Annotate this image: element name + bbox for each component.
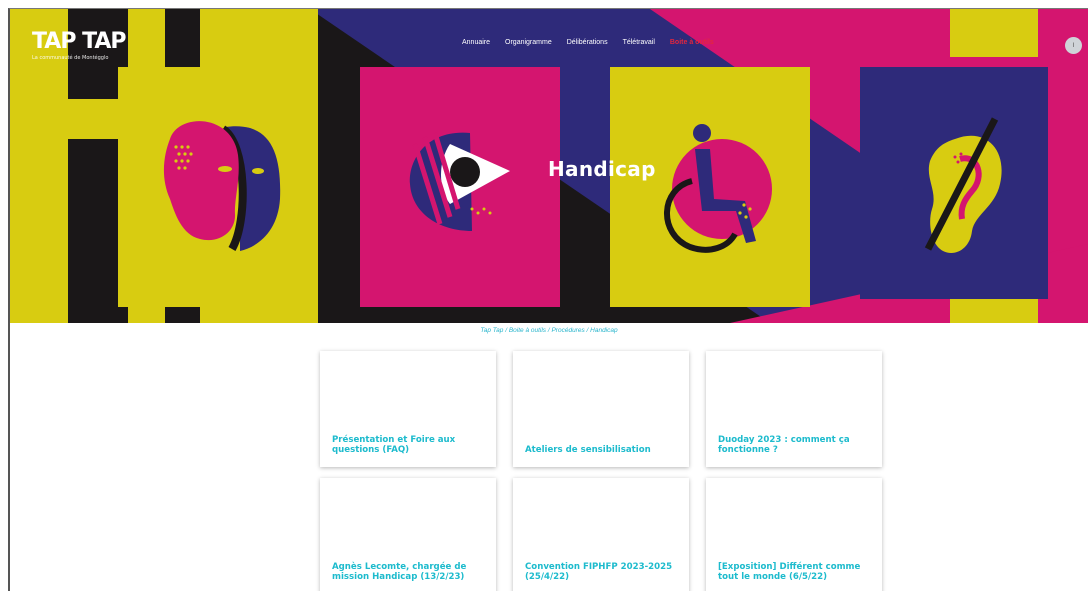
logo-tagline: La communauté de Montégglo: [32, 55, 109, 61]
card-title: [Exposition] Différent comme tout le mon…: [718, 562, 861, 582]
nav-item-organigramme[interactable]: Organigramme: [505, 39, 552, 46]
browser-frame: TAP TAP La communauté de Montégglo Annua…: [8, 8, 1088, 591]
card-title: Agnès Lecomte, chargée de mission Handic…: [332, 562, 467, 582]
breadcrumb-current: Handicap: [590, 327, 618, 334]
nav-item-annuaire[interactable]: Annuaire: [462, 39, 490, 46]
card-title: Convention FIPHFP 2023-2025 (25/4/22): [525, 562, 673, 582]
site-logo[interactable]: TAP TAP La communauté de Montégglo: [32, 29, 127, 62]
user-avatar-button[interactable]: I: [1065, 37, 1082, 54]
nav-item-boite-a-outils[interactable]: Boite à outils: [670, 39, 714, 46]
card-exposition[interactable]: [Exposition] Différent comme tout le mon…: [706, 478, 882, 591]
card-title: Duoday 2023 : comment ça fonctionne ?: [718, 435, 850, 455]
page-title: Handicap: [548, 157, 656, 181]
card-title: Présentation et Foire aux questions (FAQ…: [332, 435, 456, 455]
card-title: Ateliers de sensibilisation: [525, 444, 651, 455]
card-agnes-lecomte[interactable]: Agnès Lecomte, chargée de mission Handic…: [320, 478, 496, 591]
user-initial: I: [1072, 42, 1075, 49]
card-grid: Présentation et Foire aux questions (FAQ…: [320, 351, 882, 591]
breadcrumb-link-procedures[interactable]: Procédures: [551, 327, 584, 334]
card-convention-fiphfp[interactable]: Convention FIPHFP 2023-2025 (25/4/22): [513, 478, 689, 591]
breadcrumb-link-taptap[interactable]: Tap Tap: [480, 327, 503, 334]
hero-banner: TAP TAP La communauté de Montégglo Annua…: [10, 9, 1088, 323]
card-duoday[interactable]: Duoday 2023 : comment ça fonctionne ?: [706, 351, 882, 467]
breadcrumb: Tap Tap / Boite à outils / Procédures / …: [10, 327, 1088, 334]
logo-wordmark: TAP TAP: [32, 29, 127, 54]
nav-item-teletravail[interactable]: Télétravail: [623, 39, 655, 46]
card-presentation-faq[interactable]: Présentation et Foire aux questions (FAQ…: [320, 351, 496, 467]
nav-item-deliberations[interactable]: Délibérations: [567, 39, 608, 46]
breadcrumb-link-boite-a-outils[interactable]: Boite à outils: [509, 327, 546, 334]
card-ateliers[interactable]: Ateliers de sensibilisation: [513, 351, 689, 467]
main-nav: Annuaire Organigramme Délibérations Télé…: [462, 39, 714, 46]
